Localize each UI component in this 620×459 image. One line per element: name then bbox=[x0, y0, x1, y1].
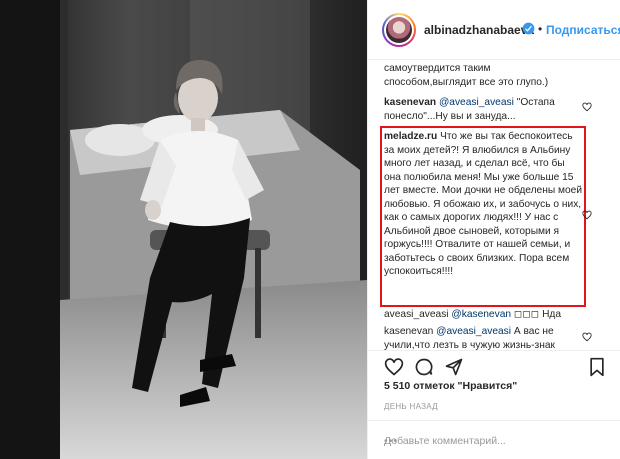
comment-author[interactable]: meladze.ru bbox=[384, 131, 437, 142]
comment-text: ◻◻◻ Нда bbox=[513, 309, 562, 320]
post-photo[interactable] bbox=[0, 0, 367, 459]
add-comment-input[interactable]: Добавьте комментарий... bbox=[384, 435, 506, 447]
comment-icon[interactable] bbox=[414, 357, 434, 377]
comment-author[interactable]: kasenevan bbox=[384, 97, 436, 108]
post-side-panel: albinadzhanabaeva • Подписаться самоутве… bbox=[367, 0, 620, 459]
heart-icon[interactable] bbox=[384, 357, 404, 377]
comment-text: Что же вы так беспокоитесь за моих детей… bbox=[384, 131, 583, 277]
username[interactable]: albinadzhanabaeva bbox=[424, 23, 534, 37]
comment-text: самоутвердится таким способом,выглядит в… bbox=[384, 63, 549, 88]
share-icon[interactable] bbox=[444, 357, 464, 377]
list-item: самоутвердится таким способом,выглядит в… bbox=[384, 62, 584, 89]
follow-button[interactable]: Подписаться bbox=[546, 23, 620, 37]
heart-icon[interactable] bbox=[582, 102, 592, 112]
bookmark-icon[interactable] bbox=[588, 357, 606, 377]
likes-number: 5 510 bbox=[384, 380, 411, 392]
list-item: kasenevan @aveasi_aveasi А вас не учили,… bbox=[384, 325, 584, 350]
action-bar bbox=[368, 350, 620, 380]
heart-icon[interactable] bbox=[582, 332, 592, 342]
list-item: meladze.ru Что же вы так беспокоитесь за… bbox=[384, 130, 584, 279]
comment-mention[interactable]: @kasenevan bbox=[451, 309, 511, 320]
comments-list: самоутвердится таким способом,выглядит в… bbox=[368, 60, 620, 350]
avatar[interactable] bbox=[382, 13, 416, 47]
likes-count[interactable]: 5 510 отметок "Нравится" bbox=[384, 380, 517, 392]
likes-label: отметок "Нравится" bbox=[413, 380, 518, 392]
comment-mention[interactable]: @aveasi_aveasi bbox=[436, 326, 511, 337]
list-item: kasenevan @aveasi_aveasi "Остапа понесло… bbox=[384, 96, 584, 123]
add-comment-bar: Добавьте комментарий... ••• bbox=[368, 420, 620, 459]
separator-dot: • bbox=[538, 22, 543, 36]
post-time: ДЕНЬ НАЗАД bbox=[384, 402, 438, 411]
comment-author[interactable]: kasenevan bbox=[384, 326, 433, 337]
post-header: albinadzhanabaeva • Подписаться bbox=[368, 0, 620, 60]
list-item: aveasi_aveasi @kasenevan ◻◻◻ Нда bbox=[384, 308, 584, 322]
more-options-icon[interactable]: ••• bbox=[384, 435, 398, 447]
verified-icon bbox=[522, 22, 535, 35]
comment-author[interactable]: aveasi_aveasi bbox=[384, 309, 449, 320]
comment-mention[interactable]: @aveasi_aveasi bbox=[439, 97, 514, 108]
heart-icon[interactable] bbox=[582, 210, 592, 220]
